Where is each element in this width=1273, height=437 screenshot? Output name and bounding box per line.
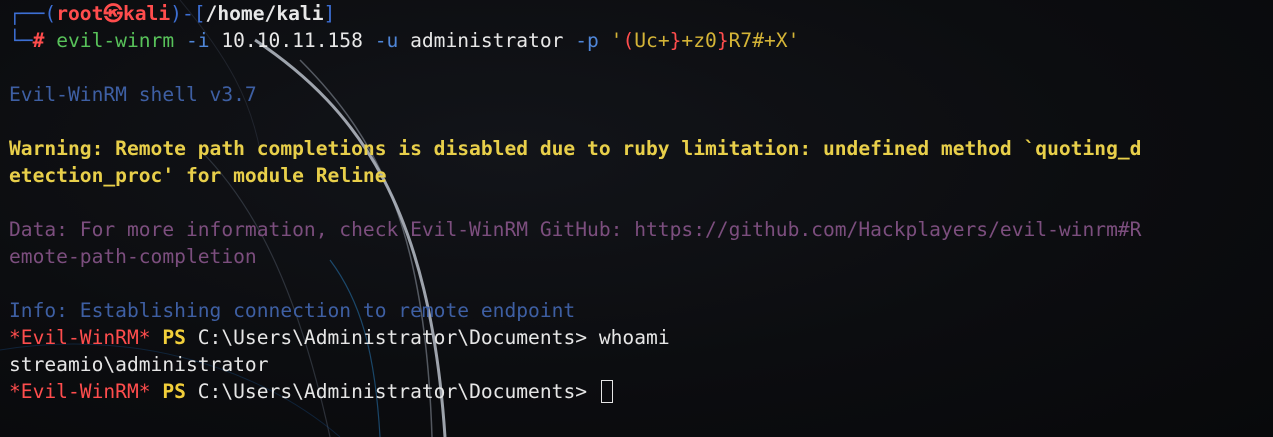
prompt-box-bottom: └─: [9, 29, 33, 52]
session-path: C:\Users\Administrator\Documents>: [197, 380, 588, 403]
prompt-symbol: #: [32, 29, 45, 52]
prompt-box-separator: )-[: [170, 2, 206, 25]
command-password: '(Uc+}+z0}R7#+X': [610, 29, 800, 52]
evil-winrm-banner: Evil-WinRM shell v3.7: [9, 83, 257, 106]
data-line-1: Data: For more information, check Evil-W…: [9, 218, 1142, 241]
info-line: Info: Establishing connection to remote …: [9, 299, 576, 322]
command-option-p: -p: [575, 29, 599, 52]
terminal-window[interactable]: ┌──(root㉿kali)-[/home/kali] └─# evil-win…: [0, 0, 1273, 437]
command-line[interactable]: └─# evil-winrm -i 10.10.11.158 -u admini…: [9, 27, 1267, 54]
block-cursor[interactable]: [600, 380, 613, 403]
command-ip: 10.10.11.158: [221, 29, 363, 52]
command-program: evil-winrm: [56, 29, 175, 52]
session-path: C:\Users\Administrator\Documents>: [197, 326, 588, 349]
command-option-i: -i: [185, 29, 210, 52]
session-command: whoami: [598, 326, 670, 349]
ps-label: PS: [162, 380, 186, 403]
prompt-header-line: ┌──(root㉿kali)-[/home/kali]: [9, 0, 1267, 27]
skull-icon: ㉿: [103, 2, 123, 25]
data-line-2: emote-path-completion: [9, 245, 257, 268]
evil-winrm-label: *Evil-WinRM*: [9, 326, 151, 349]
warning-line-1: Warning: Remote path completions is disa…: [9, 137, 1142, 160]
prompt-user: root: [56, 2, 104, 25]
command-user: administrator: [410, 29, 564, 52]
evil-winrm-label: *Evil-WinRM*: [9, 380, 151, 403]
prompt-host: kali: [122, 2, 171, 25]
prompt-box-corner: ┌──(: [9, 2, 57, 25]
command-output: streamio\administrator: [9, 353, 269, 376]
prompt-cwd: /home/kali: [205, 2, 324, 25]
session-prompt-line-2[interactable]: *Evil-WinRM* PS C:\Users\Administrator\D…: [9, 378, 1267, 405]
warning-line-2: etection_proc' for module Reline: [9, 164, 387, 187]
session-prompt-line-1: *Evil-WinRM* PS C:\Users\Administrator\D…: [9, 324, 1267, 351]
ps-label: PS: [162, 326, 186, 349]
prompt-box-end: ]: [323, 2, 336, 25]
command-option-u: -u: [374, 29, 399, 52]
